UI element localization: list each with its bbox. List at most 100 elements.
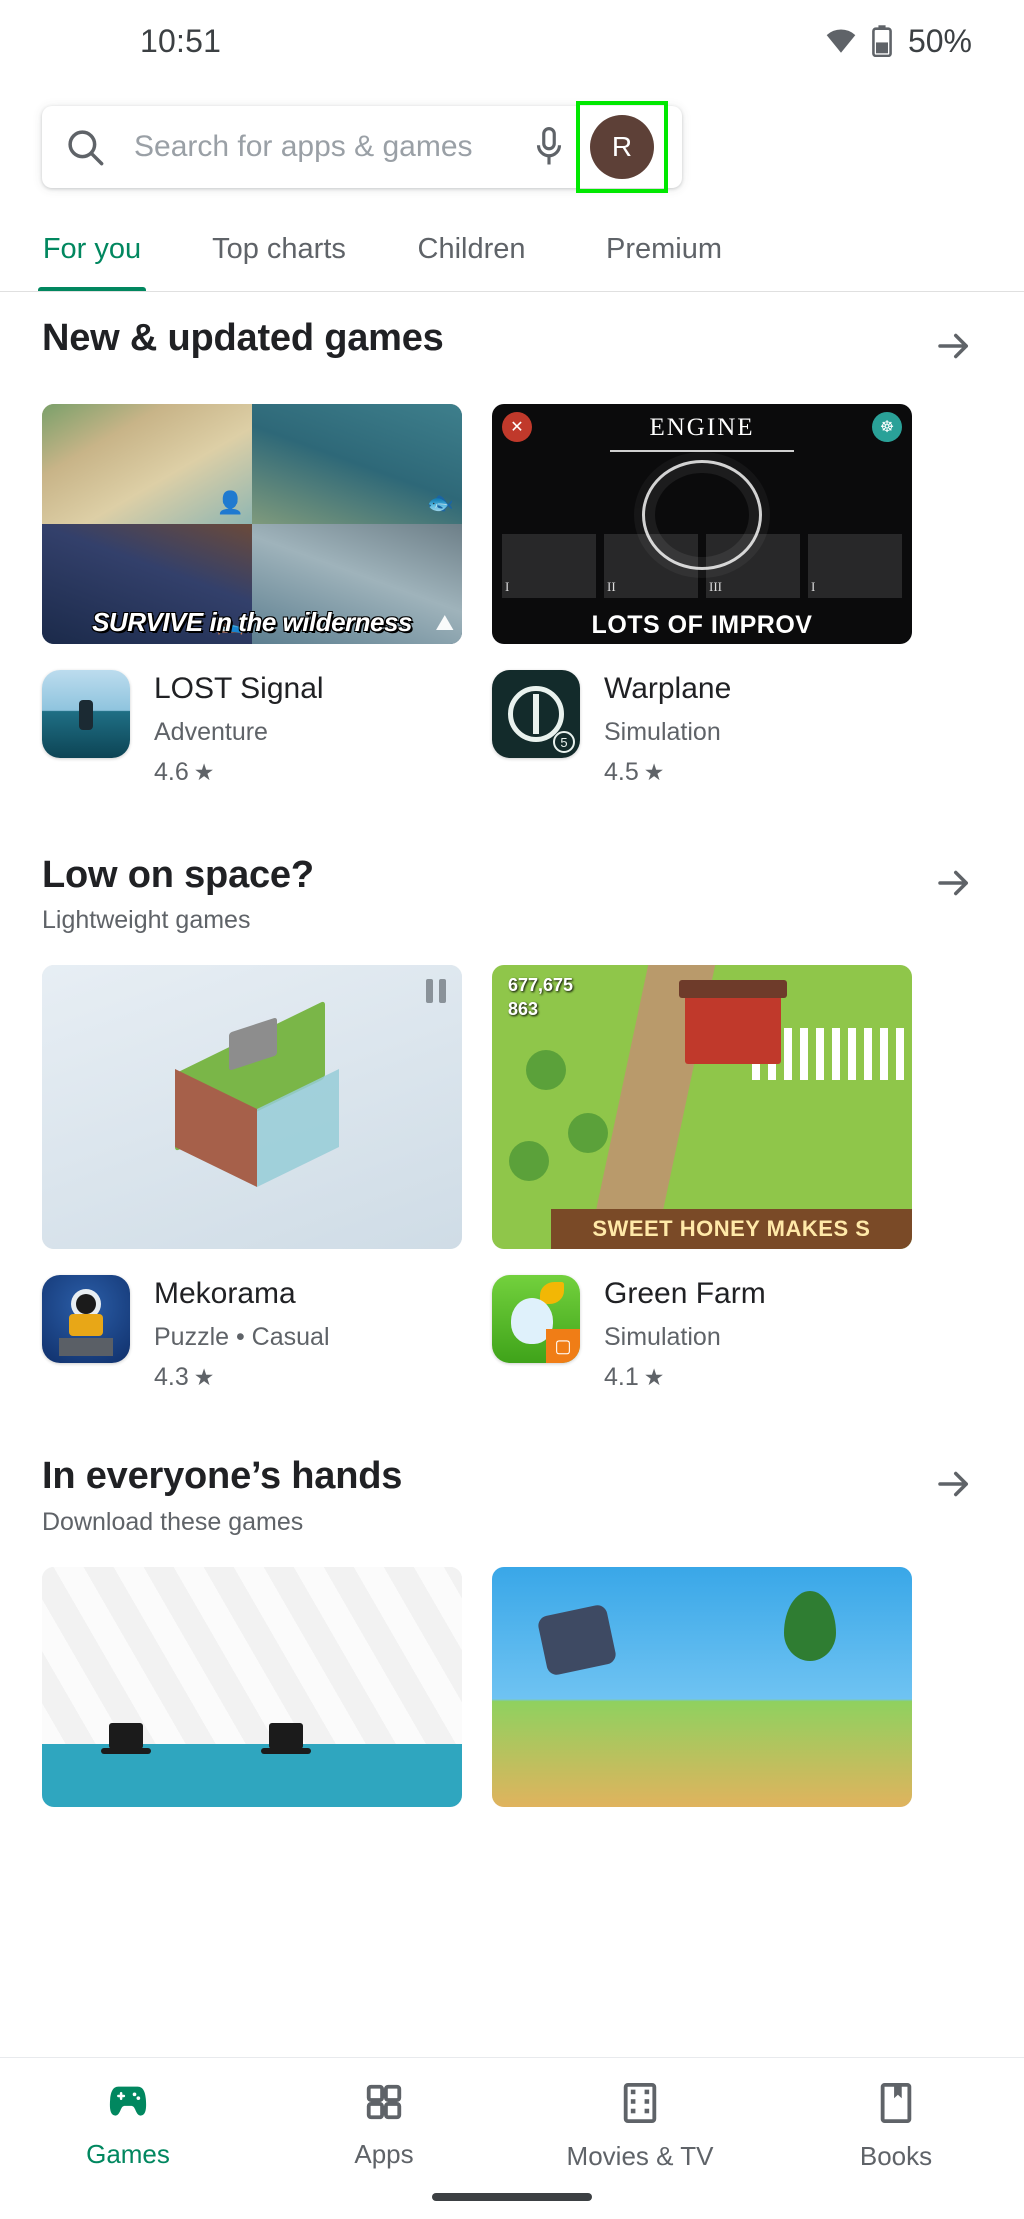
search-icon bbox=[64, 126, 106, 168]
home-indicator[interactable] bbox=[432, 2193, 592, 2201]
card-banner[interactable] bbox=[42, 1566, 462, 1807]
search-bar[interactable]: R bbox=[42, 101, 682, 193]
star-icon: ★ bbox=[193, 758, 215, 785]
app-title: Warplane bbox=[604, 672, 732, 705]
category-tabs: For you Top charts Children Premium bbox=[0, 206, 1024, 292]
arrow-right-icon[interactable] bbox=[926, 318, 982, 374]
play-store-screen: 10:51 50% Search for apps & games R For … bbox=[0, 0, 1024, 2219]
book-bookmark-icon bbox=[878, 2082, 914, 2129]
card-banner[interactable]: 677,675 863 SWEET HONEY MAKES S bbox=[492, 965, 912, 1250]
tab-premium[interactable]: Premium bbox=[569, 206, 759, 292]
avatar: R bbox=[590, 115, 654, 179]
engine-slot: I bbox=[808, 534, 902, 598]
banner-artwork bbox=[42, 965, 462, 1250]
cluster-title: New & updated games bbox=[42, 317, 444, 359]
status-indicators: 50% bbox=[824, 23, 972, 60]
engine-slots: I II III I bbox=[502, 534, 902, 598]
cluster-subtitle: Download these games bbox=[42, 1507, 304, 1536]
nav-item-apps[interactable]: Apps bbox=[256, 2082, 512, 2170]
app-card-lost-signal[interactable]: 👤 🐟 🛌 ⛰ SURVIVE in the wilderness LOST S… bbox=[42, 404, 462, 787]
tab-label: For you bbox=[42, 232, 142, 265]
star-icon: ★ bbox=[193, 1363, 215, 1390]
card-banner[interactable] bbox=[42, 965, 462, 1250]
tab-top-charts[interactable]: Top charts bbox=[184, 206, 374, 292]
app-title: Green Farm bbox=[604, 1277, 766, 1311]
engine-slot: II bbox=[604, 534, 698, 598]
card-meta[interactable]: Mekorama Puzzle • Casual 4.3 ★ bbox=[42, 1275, 462, 1392]
nav-label: Books bbox=[859, 2141, 933, 2171]
app-card-partial-2[interactable] bbox=[492, 1566, 912, 1807]
content-scroll-area[interactable]: New & updated games 👤 🐟 🛌 ⛰ SURVIVE in t… bbox=[0, 292, 1024, 1807]
app-title: LOST Signal bbox=[154, 672, 324, 705]
tab-label: Top charts bbox=[212, 232, 346, 265]
card-row[interactable]: 👤 🐟 🛌 ⛰ SURVIVE in the wilderness LOST S… bbox=[0, 404, 1024, 787]
tab-for-you[interactable]: For you bbox=[0, 206, 184, 292]
card-row[interactable] bbox=[0, 1566, 1024, 1807]
banner-artwork bbox=[42, 1566, 462, 1807]
gamepad-icon bbox=[105, 2082, 151, 2127]
nav-item-books[interactable]: Books bbox=[768, 2082, 1024, 2172]
arrow-right-icon[interactable] bbox=[926, 855, 982, 911]
app-icon[interactable]: ▢ bbox=[492, 1275, 580, 1364]
speak-icon: 👤 bbox=[216, 490, 244, 515]
banner-caption: LOTS OF IMPROV bbox=[591, 611, 813, 639]
nav-item-movies-tv[interactable]: Movies & TV bbox=[512, 2082, 768, 2172]
star-icon: ★ bbox=[643, 1363, 665, 1390]
rating-value: 4.1 bbox=[604, 1362, 639, 1391]
card-banner[interactable]: ✕ ☸ ENGINE I II III I LOTS OF IMPROV bbox=[492, 404, 912, 644]
cluster-header[interactable]: In everyone’s hands Download these games bbox=[0, 1454, 1024, 1537]
app-rating: 4.1 ★ bbox=[604, 1363, 766, 1392]
arrow-right-icon[interactable] bbox=[926, 1456, 982, 1512]
cluster-subtitle: Lightweight games bbox=[42, 906, 251, 935]
tab-children[interactable]: Children bbox=[374, 206, 569, 292]
cluster-header[interactable]: Low on space? Lightweight games bbox=[0, 853, 1024, 936]
app-icon[interactable] bbox=[42, 1275, 130, 1364]
grid-icon bbox=[363, 2082, 405, 2127]
app-card-green-farm[interactable]: 677,675 863 SWEET HONEY MAKES S ▢ Green … bbox=[492, 965, 912, 1392]
pause-icon[interactable] bbox=[426, 979, 446, 1004]
app-icon[interactable] bbox=[42, 670, 130, 758]
rating-value: 4.5 bbox=[604, 757, 639, 786]
card-meta[interactable]: 5 Warplane Simulation 4.5 ★ bbox=[492, 670, 912, 787]
app-text: Green Farm Simulation 4.1 ★ bbox=[604, 1275, 766, 1392]
app-rating: 4.5 ★ bbox=[604, 758, 731, 787]
cluster-header[interactable]: New & updated games bbox=[0, 317, 1024, 374]
tab-label: Children bbox=[417, 232, 526, 265]
card-meta[interactable]: LOST Signal Adventure 4.6 ★ bbox=[42, 670, 462, 787]
app-genre: Simulation bbox=[604, 1322, 721, 1351]
nav-item-games[interactable]: Games bbox=[0, 2082, 256, 2170]
app-card-mekorama[interactable]: Mekorama Puzzle • Casual 4.3 ★ bbox=[42, 965, 462, 1392]
account-avatar-button[interactable]: R bbox=[576, 101, 668, 193]
microphone-icon[interactable] bbox=[532, 126, 566, 168]
banner-artwork: 677,675 863 SWEET HONEY MAKES S bbox=[492, 965, 912, 1250]
banner-title: ENGINE bbox=[649, 414, 755, 441]
film-icon bbox=[622, 2082, 658, 2129]
cluster-titles: Low on space? Lightweight games bbox=[42, 853, 314, 936]
cluster-title: In everyone’s hands bbox=[42, 1454, 403, 1497]
card-row[interactable]: Mekorama Puzzle • Casual 4.3 ★ 677,675 8… bbox=[0, 965, 1024, 1392]
cluster-titles: New & updated games bbox=[42, 317, 444, 360]
card-meta[interactable]: ▢ Green Farm Simulation 4.1 ★ bbox=[492, 1275, 912, 1392]
search-input[interactable] bbox=[134, 130, 532, 164]
app-card-warplane[interactable]: ✕ ☸ ENGINE I II III I LOTS OF IMPROV 5 W… bbox=[492, 404, 912, 787]
card-banner[interactable]: 👤 🐟 🛌 ⛰ SURVIVE in the wilderness bbox=[42, 404, 462, 644]
engine-slot: I bbox=[502, 534, 596, 598]
wifi-icon bbox=[824, 28, 858, 54]
rating-value: 4.6 bbox=[154, 757, 189, 786]
tab-label: Premium bbox=[605, 232, 722, 265]
app-rating: 4.3 ★ bbox=[154, 1363, 330, 1392]
cluster-title: Low on space? bbox=[42, 853, 314, 896]
banner-artwork: ✕ ☸ ENGINE I II III I LOTS OF IMPROV bbox=[492, 404, 912, 644]
nav-label: Games bbox=[86, 2139, 170, 2169]
app-text: LOST Signal Adventure 4.6 ★ bbox=[154, 670, 324, 787]
app-text: Warplane Simulation 4.5 ★ bbox=[604, 670, 731, 787]
app-genre: Simulation bbox=[604, 717, 721, 746]
star-icon: ★ bbox=[643, 758, 665, 785]
app-icon[interactable]: 5 bbox=[492, 670, 580, 758]
app-text: Mekorama Puzzle • Casual 4.3 ★ bbox=[154, 1275, 330, 1392]
app-genre: Adventure bbox=[154, 717, 268, 746]
app-card-partial-1[interactable] bbox=[42, 1566, 462, 1807]
app-genre: Puzzle • Casual bbox=[154, 1322, 330, 1351]
card-banner[interactable] bbox=[492, 1566, 912, 1807]
cluster-low-on-space: Low on space? Lightweight games Mekorama… bbox=[0, 853, 1024, 1392]
